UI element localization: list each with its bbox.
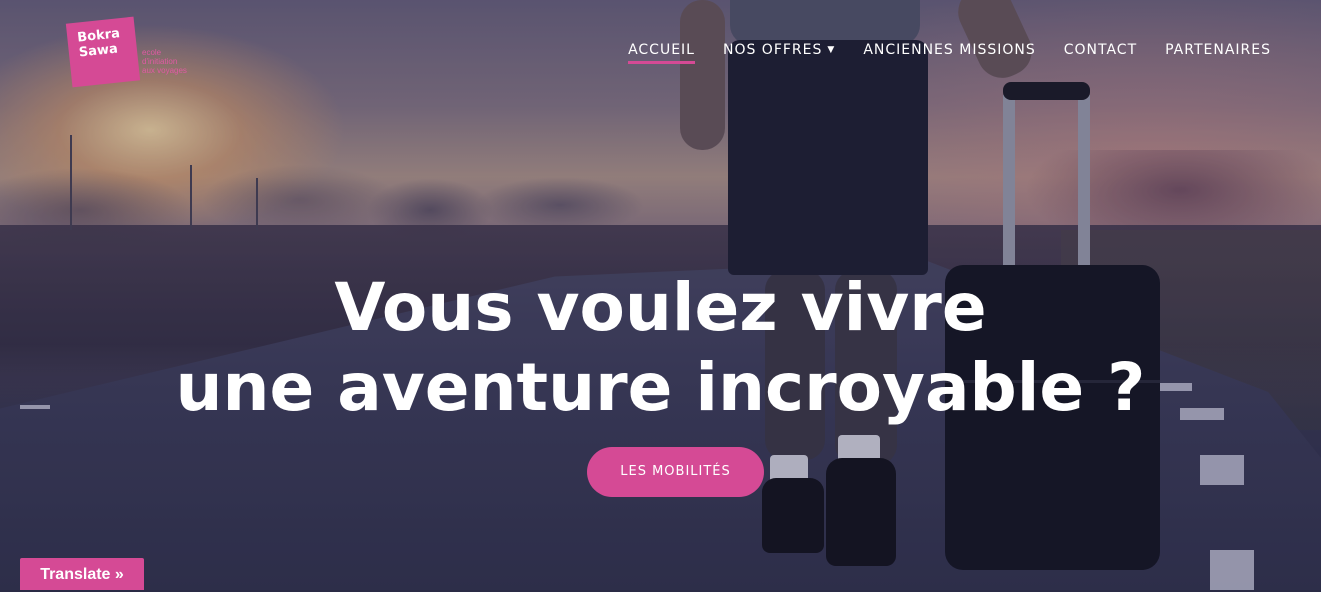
logo-tagline: ecole d'initiation aux voyages (142, 48, 212, 75)
nav-item-label: ACCUEIL (628, 42, 695, 58)
nav-item-label: CONTACT (1063, 42, 1138, 58)
mobilites-button[interactable]: LES MOBILITÉS (587, 447, 764, 497)
nav-item-label: PARTENAIRES (1165, 42, 1271, 58)
caret-down-icon: ▼ (827, 45, 836, 55)
hero-headline-line: une aventure incroyable ? (175, 349, 1146, 426)
translate-button[interactable]: Translate » (20, 558, 144, 590)
hero-headline-line: Vous voulez vivre (334, 269, 987, 346)
nav-item-anciennes-missions[interactable]: ANCIENNES MISSIONS (849, 40, 1049, 64)
nav-item-accueil[interactable]: ACCUEIL (614, 40, 709, 64)
nav-item-label: ANCIENNES MISSIONS (863, 42, 1036, 58)
nav-item-contact[interactable]: CONTACT (1050, 40, 1151, 64)
main-nav: ACCUEIL NOS OFFRES ▼ ANCIENNES MISSIONS C… (614, 40, 1285, 64)
nav-item-partenaires[interactable]: PARTENAIRES (1151, 40, 1285, 64)
logo-tagline-line: aux voyages (142, 66, 187, 75)
hero-headline: Vous voulez vivre une aventure incroyabl… (0, 268, 1321, 428)
site-logo[interactable]: Bokra Sawa (65, 16, 141, 88)
logo-tagline-line: d'initiation (142, 57, 178, 66)
nav-item-label: NOS OFFRES (722, 42, 823, 58)
logo-tagline-line: ecole (142, 48, 162, 57)
nav-item-nos-offres[interactable]: NOS OFFRES ▼ (709, 40, 849, 64)
